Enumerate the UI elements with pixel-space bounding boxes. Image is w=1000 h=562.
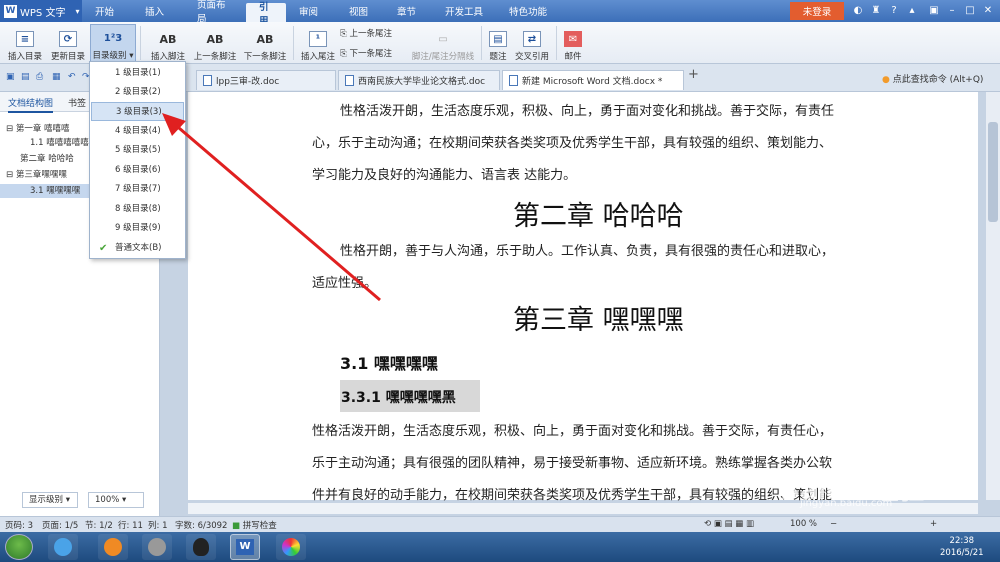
status-col: 列: 1 (148, 521, 168, 531)
status-words[interactable]: 字数: 6/3092 (175, 519, 227, 531)
status-icons[interactable]: ⟲ ▣ ▤ ▦ ▥ (704, 519, 754, 529)
status-row: 行: 11 (118, 521, 143, 531)
spell-check[interactable]: ■ 拼写检查 (232, 519, 277, 531)
taskbar-media[interactable] (142, 534, 172, 560)
zoom-out-icon[interactable]: − (830, 519, 837, 529)
statusbar: 页码: 3 页面: 1/5 节: 1/2 行: 11 列: 1 字数: 6/30… (0, 516, 1000, 532)
clock[interactable]: 22:38 2016/5/21 (940, 535, 984, 559)
taskbar-picasa[interactable] (276, 534, 306, 560)
player-icon (104, 538, 122, 556)
clock-time: 22:38 (949, 536, 975, 546)
status-page: 页码: 3 (5, 521, 33, 531)
taskbar-qq[interactable] (186, 534, 216, 560)
media-icon (148, 538, 166, 556)
taskbar-browser[interactable] (48, 534, 78, 560)
watermark-url: jingyan.baidu.com (800, 498, 893, 509)
browser-icon (54, 538, 72, 556)
taskbar: W 22:38 2016/5/21 (0, 532, 1000, 562)
picasa-icon (282, 538, 300, 556)
zoom-in-icon[interactable]: + (930, 519, 937, 529)
status-section: 节: 1/2 (85, 521, 113, 531)
start-button[interactable] (5, 534, 33, 560)
status-zoom: 100 % (790, 519, 818, 529)
wps-icon: W (236, 539, 254, 555)
taskbar-player[interactable] (98, 534, 128, 560)
clock-date: 2016/5/21 (940, 548, 984, 558)
taskbar-wps[interactable]: W (230, 534, 260, 560)
qq-icon (193, 538, 209, 556)
status-pages: 页面: 1/5 (42, 521, 79, 531)
